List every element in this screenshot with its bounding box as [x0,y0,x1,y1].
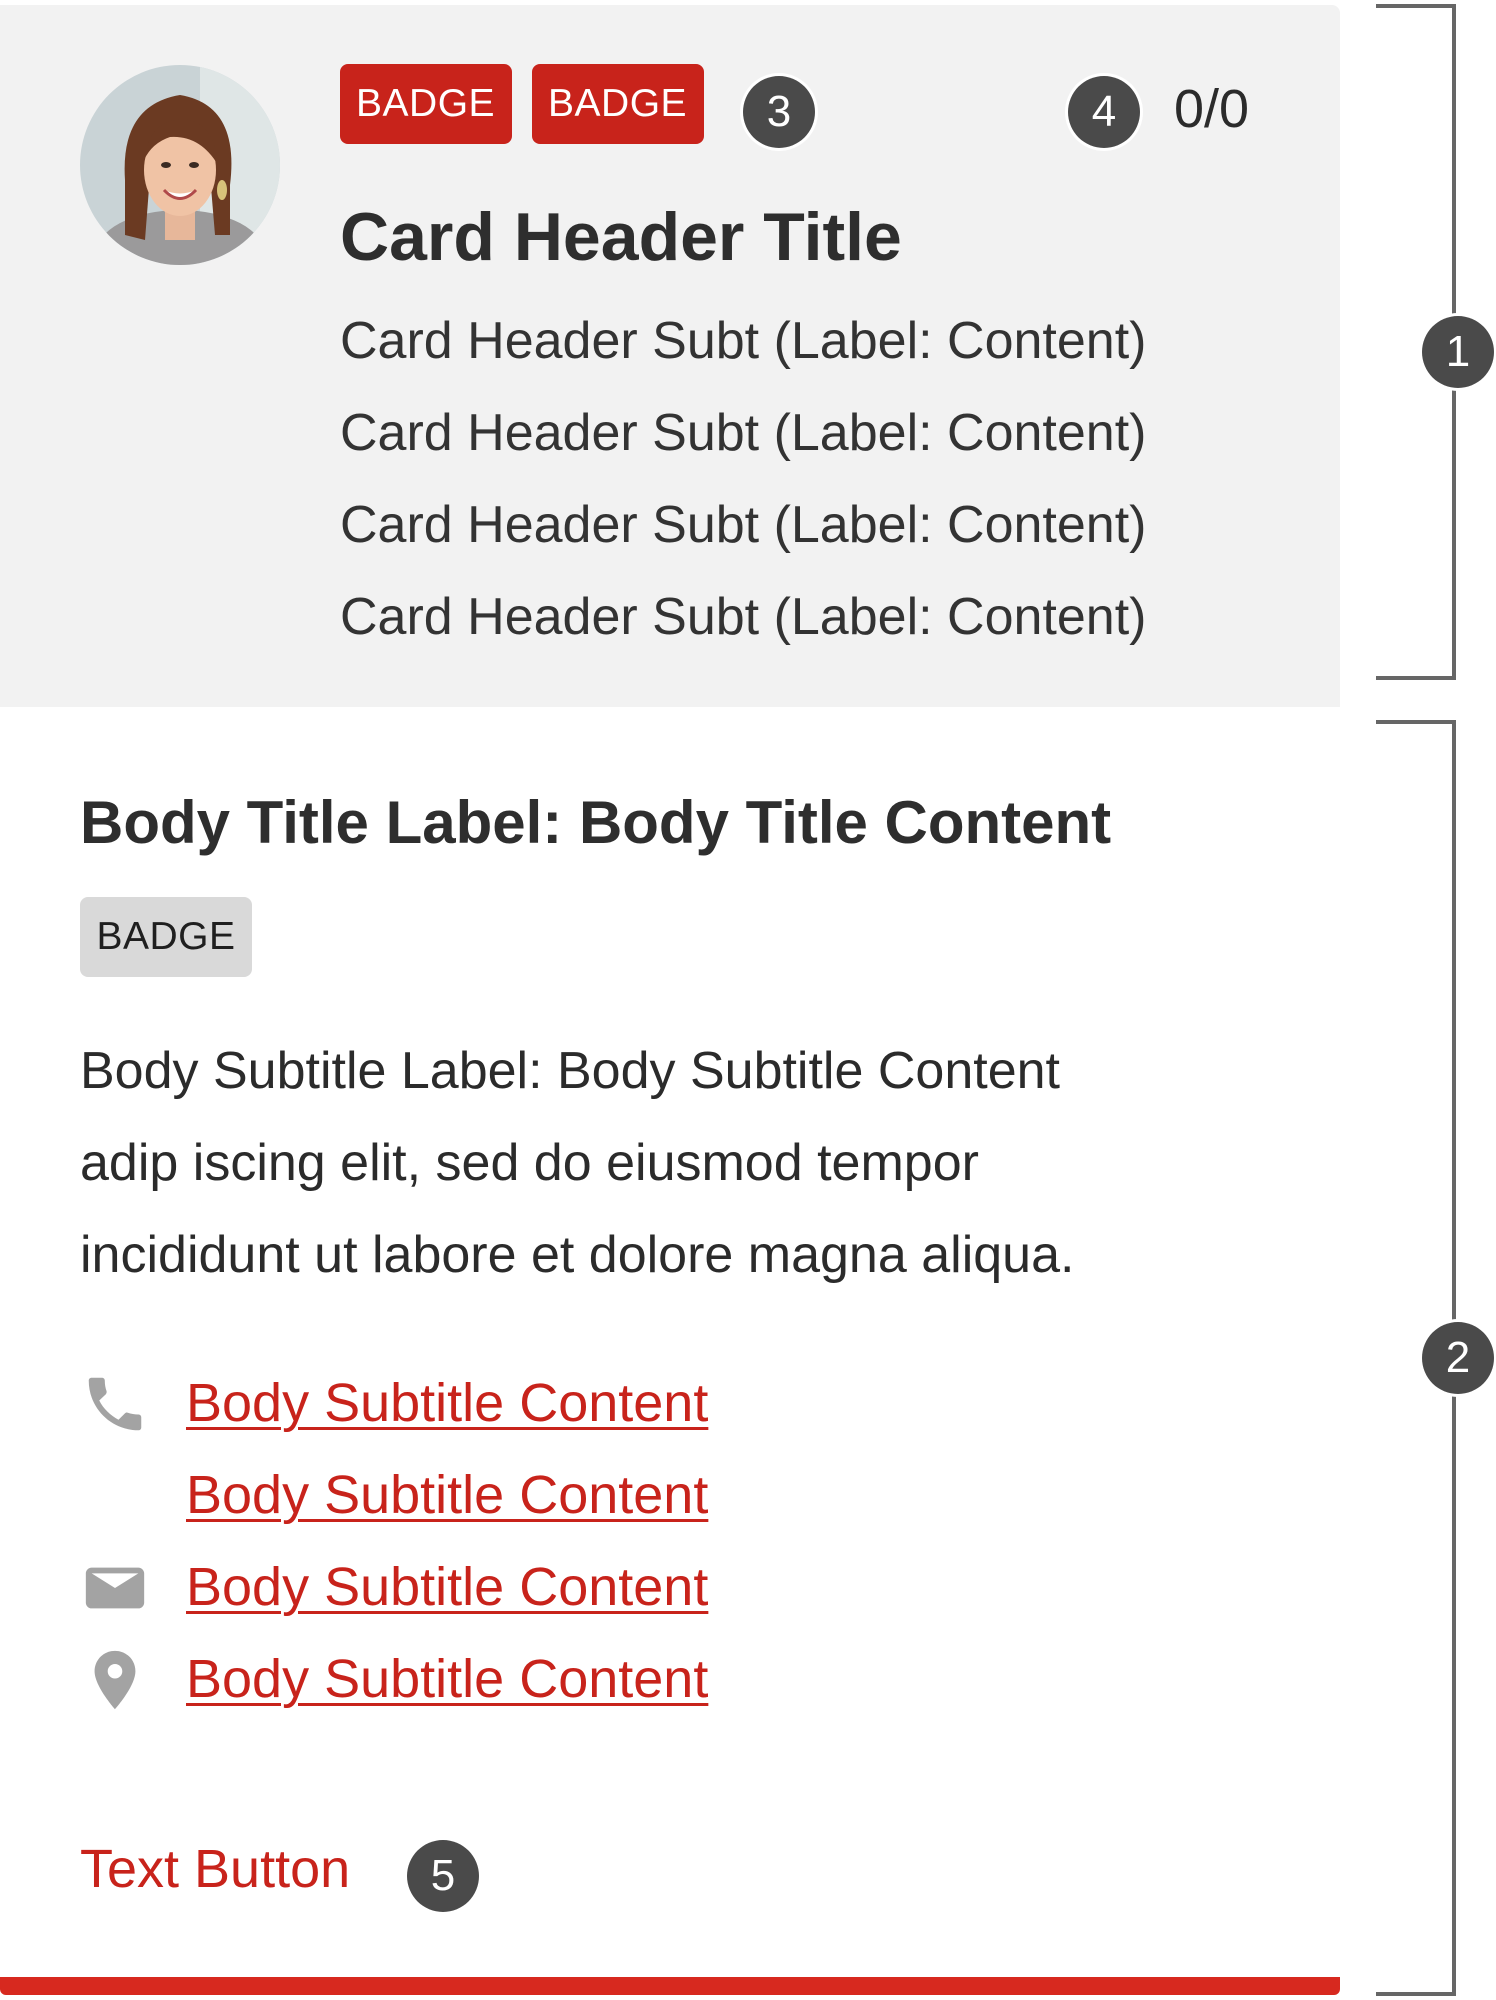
body-text-line: adip iscing elit, sed do eiusmod tempor [80,1134,979,1192]
card-header-subtitle: Card Header Subt (Label: Content) [340,496,1147,554]
card-header-subtitle: Card Header Subt (Label: Content) [340,312,1147,370]
contact-card: BADGE BADGE 3 4 0/0 Card Header Title Ca… [0,5,1340,1995]
location-pin-icon [80,1645,150,1715]
page: BADGE BADGE 3 4 0/0 Card Header Title Ca… [0,0,1496,2000]
contact-link-phone[interactable]: Body Subtitle Content [186,1357,708,1449]
contact-link-email[interactable]: Body Subtitle Content [186,1541,708,1633]
body-title: Body Title Label: Body Title Content [80,789,1112,856]
phone-icon [80,1369,150,1439]
text-button[interactable]: Text Button [80,1833,350,1905]
avatar-photo [80,65,280,265]
card-header-title: Card Header Title [340,199,902,275]
header-badge-1: BADGE [340,64,512,144]
contact-link-location[interactable]: Body Subtitle Content [186,1633,708,1725]
annotation-marker-1: 1 [1422,316,1494,388]
card-header-subtitles: Card Header Subt (Label: Content) Card H… [340,295,1146,663]
card-header-subtitle: Card Header Subt (Label: Content) [340,588,1147,646]
page-counter: 0/0 [1174,79,1250,139]
card-bottom-accent-bar [0,1977,1340,1995]
avatar [80,65,280,265]
contact-link-phone-secondary[interactable]: Body Subtitle Content [186,1449,708,1541]
body-text-line: Body Subtitle Label: Body Subtitle Conte… [80,1042,1060,1100]
card-body: Body Title Label: Body Title Content BAD… [0,707,1340,1995]
card-header: BADGE BADGE 3 4 0/0 Card Header Title Ca… [0,5,1340,707]
body-badge: BADGE [80,897,252,977]
annotation-marker-2: 2 [1422,1322,1494,1394]
card-header-subtitle: Card Header Subt (Label: Content) [340,404,1147,462]
annotation-marker-5: 5 [407,1840,479,1912]
body-text-line: incididunt ut labore et dolore magna ali… [80,1226,1075,1284]
mail-icon [80,1553,150,1623]
annotation-marker-3: 3 [743,76,815,148]
header-badge-2: BADGE [532,64,704,144]
body-subtitle-text: Body Subtitle Label: Body Subtitle Conte… [80,1025,1260,1301]
annotation-marker-4: 4 [1068,76,1140,148]
